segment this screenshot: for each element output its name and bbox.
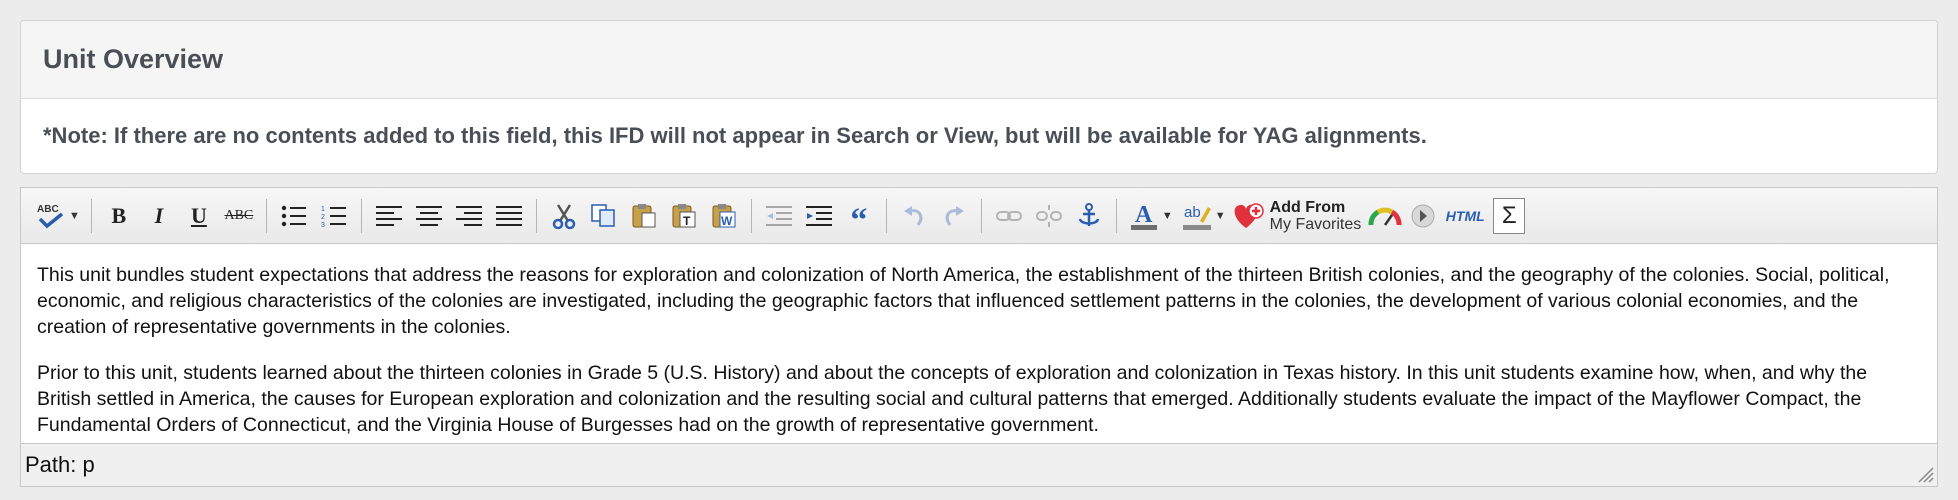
strikethrough-button[interactable]: ABC (219, 196, 259, 236)
content-paragraph-1: This unit bundles student expectations t… (37, 264, 1890, 338)
toolbar-separator (360, 198, 362, 233)
align-center-icon (415, 205, 442, 226)
unlink-icon (1035, 204, 1062, 227)
redo-icon (945, 205, 964, 226)
copy-icon (591, 203, 615, 227)
arrow-circle-button[interactable] (1405, 196, 1441, 236)
unlink-button[interactable] (1029, 196, 1069, 236)
font-color-button[interactable]: A (1124, 196, 1164, 236)
copy-button[interactable] (584, 196, 624, 236)
equation-button[interactable]: Σ (1493, 197, 1526, 234)
add-from-label: Add From (1269, 198, 1346, 216)
bullet-list-icon (281, 205, 306, 226)
numbered-list-button[interactable]: 1 2 3 (314, 196, 354, 236)
strikethrough-icon: ABC (224, 207, 254, 223)
link-icon (995, 210, 1022, 221)
indent-button[interactable] (799, 196, 839, 236)
highlight-color-button[interactable]: ab (1177, 196, 1217, 236)
numbered-list-icon: 1 2 3 (321, 206, 346, 228)
italic-icon: I (154, 202, 164, 228)
align-left-icon (375, 205, 402, 226)
toolbar-separator (90, 198, 92, 233)
align-right-button[interactable] (449, 196, 489, 236)
align-justify-button[interactable] (489, 196, 529, 236)
spellcheck-icon: ABC (37, 204, 64, 228)
font-color-icon: A (1130, 202, 1157, 230)
editor-content-area[interactable]: This unit bundles student expectations t… (21, 244, 1937, 444)
resize-handle-icon[interactable] (1914, 463, 1934, 483)
svg-text:2: 2 (321, 214, 325, 221)
toolbar-separator (750, 198, 752, 233)
paste-from-word-button[interactable]: W (704, 196, 744, 236)
anchor-icon (1078, 202, 1100, 226)
heart-plus-icon (1234, 202, 1264, 228)
bold-icon: B (111, 202, 127, 228)
paste-word-icon: W (712, 203, 736, 228)
toolbar-separator (980, 198, 982, 233)
indent-icon (805, 205, 832, 226)
align-center-button[interactable] (409, 196, 449, 236)
arrow-circle-icon (1411, 204, 1435, 227)
scissors-icon (552, 203, 576, 229)
italic-button[interactable]: I (139, 196, 179, 236)
editor-toolbar: ABC ▼ B I U ABC 1 2 3 T W “ A ▼ ab ▼ Add… (21, 188, 1937, 244)
highlight-icon: ab (1182, 204, 1211, 230)
panel-title: Unit Overview (43, 44, 224, 74)
quote-icon: “ (850, 201, 868, 239)
bullet-list-button[interactable] (274, 196, 314, 236)
gauge-button[interactable] (1365, 196, 1405, 236)
toolbar-separator (885, 198, 887, 233)
outdent-icon (765, 205, 792, 226)
my-favorites-label: My Favorites (1269, 215, 1362, 233)
panel-header: Unit Overview (21, 21, 1937, 99)
unit-overview-panel: Unit Overview *Note: If there are no con… (20, 20, 1938, 174)
underline-button[interactable]: U (179, 196, 219, 236)
paste-text-button[interactable]: T (664, 196, 704, 236)
paste-button[interactable] (624, 196, 664, 236)
add-favorites-heart-button[interactable] (1230, 196, 1266, 236)
anchor-button[interactable] (1069, 196, 1109, 236)
svg-text:A: A (1135, 202, 1153, 228)
underline-icon: U (190, 202, 207, 228)
outdent-button[interactable] (759, 196, 799, 236)
link-button[interactable] (989, 196, 1029, 236)
svg-text:1: 1 (321, 206, 325, 213)
svg-text:3: 3 (321, 222, 325, 228)
toolbar-separator (265, 198, 267, 233)
blockquote-button[interactable]: “ (839, 196, 879, 239)
paste-text-icon: T (672, 203, 696, 228)
align-justify-icon (495, 205, 522, 226)
editor-status-bar: Path: p (21, 444, 1937, 486)
toolbar-separator (535, 198, 537, 233)
redo-button[interactable] (934, 196, 974, 236)
cut-button[interactable] (544, 196, 584, 236)
undo-icon (903, 205, 923, 226)
html-icon: HTML (1445, 207, 1485, 224)
bold-button[interactable]: B (99, 196, 139, 236)
align-right-icon (455, 205, 482, 226)
element-path: Path: p (25, 452, 95, 477)
clipboard-icon (632, 203, 656, 227)
sigma-icon: Σ (1501, 201, 1517, 229)
undo-button[interactable] (894, 196, 934, 236)
svg-text:T: T (683, 214, 691, 228)
rich-text-editor: ABC ▼ B I U ABC 1 2 3 T W “ A ▼ ab ▼ Add… (20, 187, 1938, 487)
svg-text:W: W (721, 214, 733, 228)
gauge-icon (1368, 207, 1402, 226)
field-note: *Note: If there are no contents added to… (43, 123, 1427, 148)
html-source-button[interactable]: HTML (1441, 196, 1489, 236)
spellcheck-button[interactable]: ABC (31, 196, 71, 236)
toolbar-separator (1115, 198, 1117, 233)
content-paragraph-2: Prior to this unit, students learned abo… (37, 362, 1868, 436)
svg-text:ab: ab (1184, 204, 1201, 221)
svg-text:ABC: ABC (37, 204, 59, 215)
align-left-button[interactable] (369, 196, 409, 236)
add-from-favorites-button[interactable]: Add From My Favorites (1266, 199, 1366, 233)
